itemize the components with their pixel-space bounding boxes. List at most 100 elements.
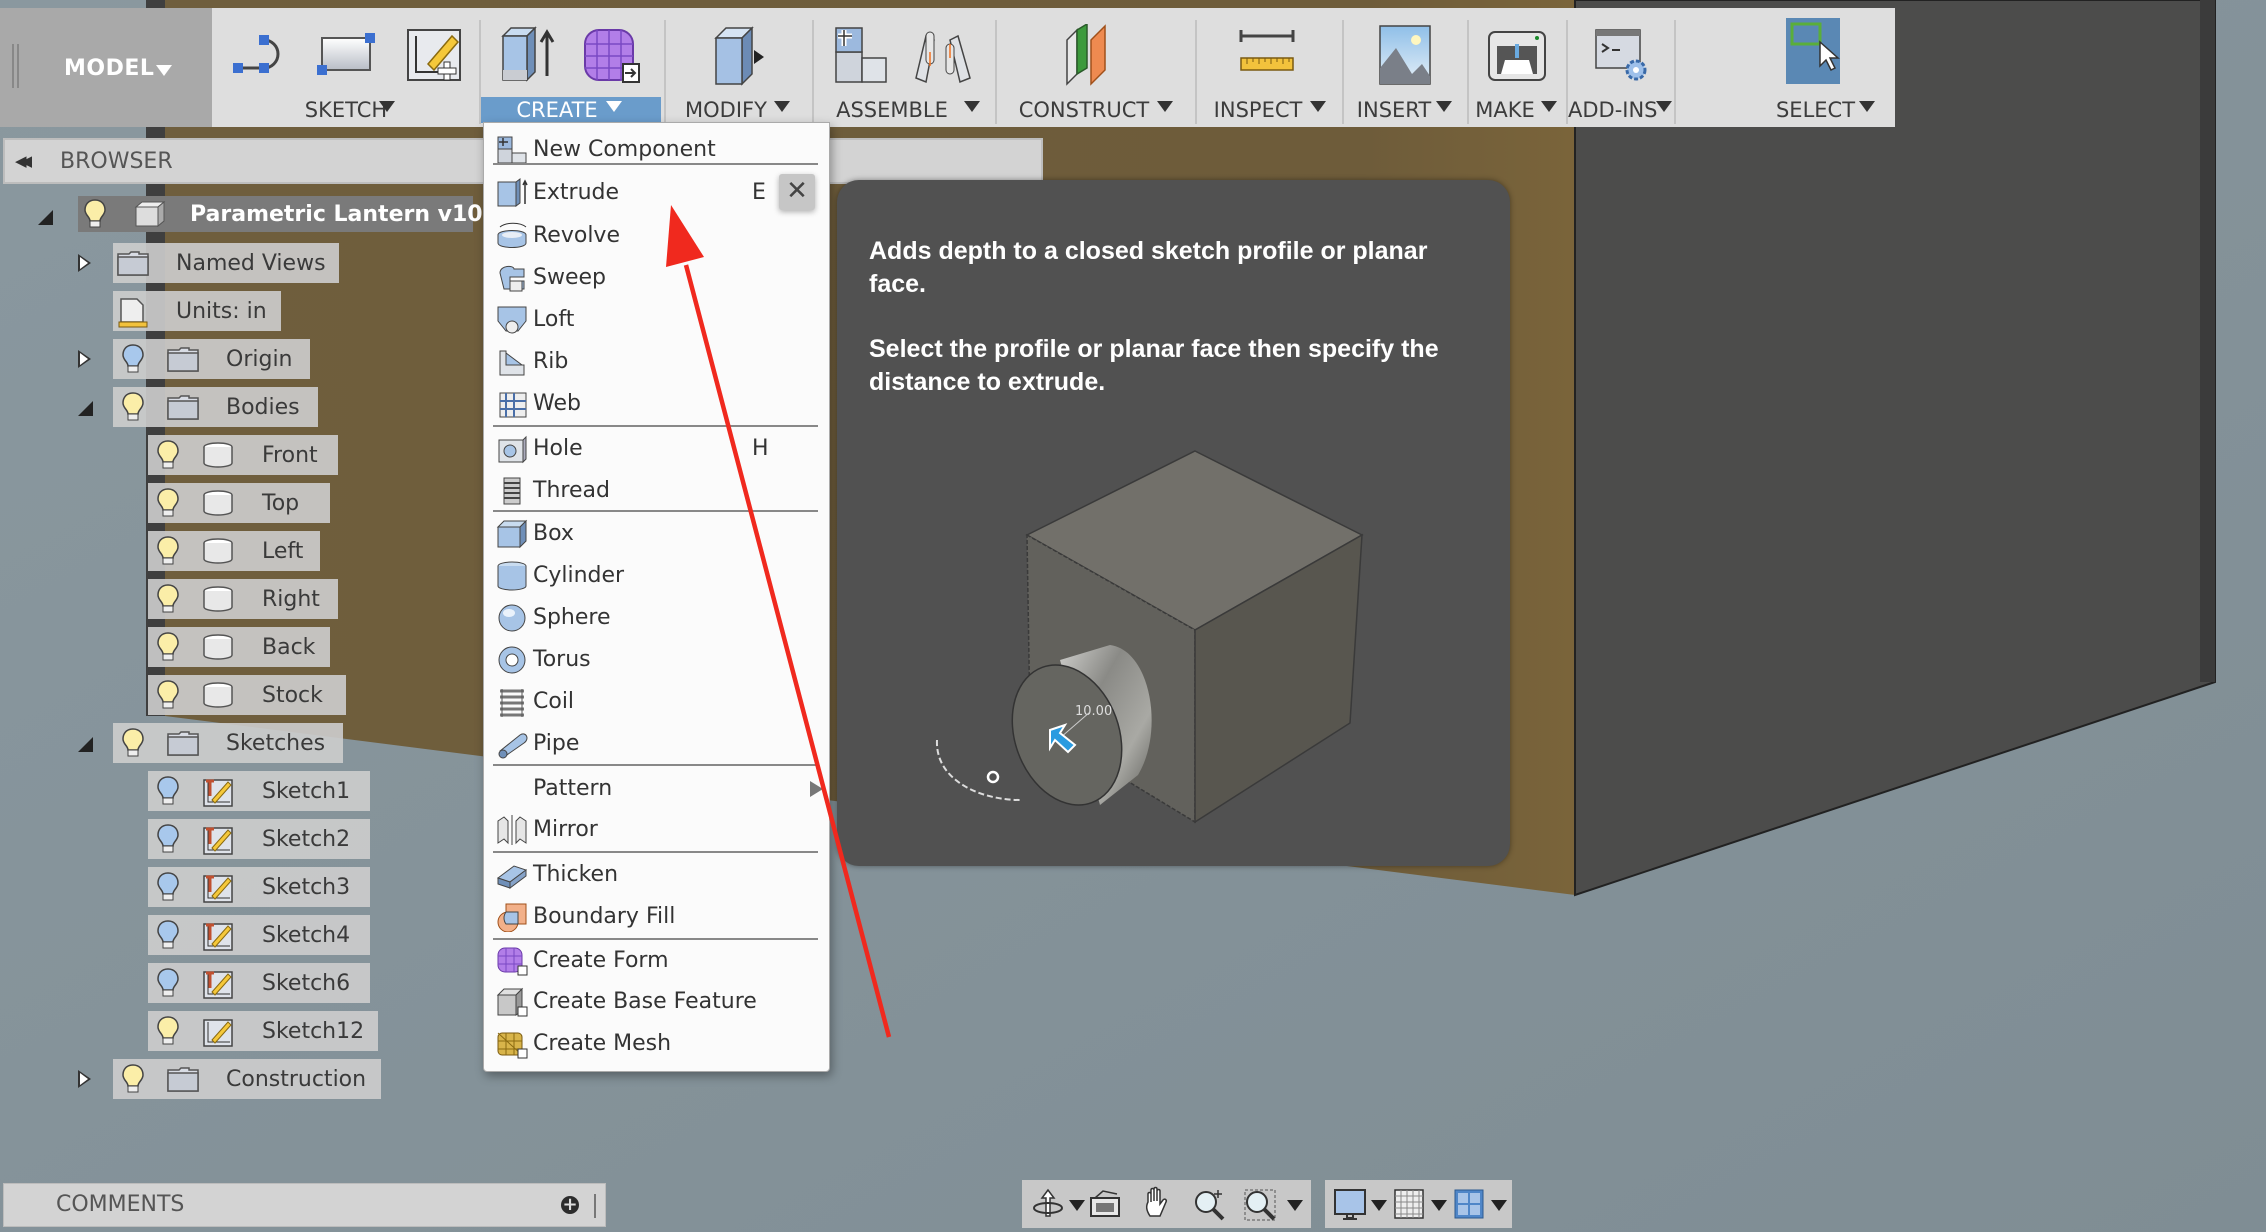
pan-icon[interactable] [1140,1186,1176,1222]
browser-node[interactable]: Sketch12 [148,1011,378,1051]
zoom-window-icon[interactable] [1243,1186,1279,1222]
browser-root-node[interactable]: Parametric Lantern v10 [38,196,483,232]
visibility-bulb-icon[interactable] [157,440,179,470]
collapse-triangle-icon[interactable] [78,401,93,416]
toolbar-group-sketch[interactable]: SKETCH [214,8,478,127]
orbit-dropdown-icon[interactable] [1069,1200,1085,1211]
menu-item-thicken[interactable]: Thicken [484,855,829,895]
menu-item-box[interactable]: Box [484,514,829,554]
menu-item-sweep[interactable]: Sweep [484,258,829,298]
browser-node[interactable]: Construction [78,1059,381,1099]
viewports-icon[interactable] [1453,1186,1489,1222]
visibility-bulb-icon[interactable] [157,632,179,662]
collapse-browser-icon[interactable]: ◀◀ [15,152,32,170]
joint-icon[interactable] [910,24,976,86]
browser-node[interactable]: Back [148,627,330,667]
menu-item-thread[interactable]: Thread [484,471,829,511]
menu-item-rib[interactable]: Rib [484,342,829,382]
menu-item-loft[interactable]: Loft [484,300,829,340]
expand-triangle-icon[interactable] [78,254,91,272]
menu-item-create-mesh[interactable]: Create Mesh [484,1024,829,1064]
menu-item-cylinder[interactable]: Cylinder [484,556,829,596]
menu-item-torus[interactable]: Torus [484,640,829,680]
press-pull-icon[interactable] [708,24,774,86]
menu-item-coil[interactable]: Coil [484,682,829,722]
select-window-button[interactable] [1786,18,1840,84]
comments-panel[interactable]: COMMENTS + [3,1183,606,1227]
browser-node[interactable]: Sketch4 [148,915,370,955]
create-form-icon[interactable] [579,24,645,86]
3d-print-icon[interactable] [1485,24,1551,86]
toolbar-group-make[interactable]: MAKE [1469,8,1565,127]
zoom-icon[interactable] [1192,1186,1228,1222]
menu-item-create-base-feature[interactable]: Create Base Feature [484,982,829,1022]
visibility-bulb-icon[interactable] [122,392,144,422]
toolbar-group-construct[interactable]: CONSTRUCT [997,8,1193,127]
menu-item-revolve[interactable]: Revolve [484,216,829,256]
look-at-icon[interactable] [1087,1186,1123,1222]
menu-item-create-form[interactable]: Create Form [484,941,829,981]
visibility-bulb-icon[interactable] [157,776,179,806]
zoom-dropdown-icon[interactable] [1287,1200,1303,1211]
browser-node[interactable]: Right [148,579,338,619]
toolbar-group-create[interactable]: CREATE [481,8,661,127]
new-component-icon[interactable] [830,24,896,86]
visibility-bulb-icon[interactable] [122,344,144,374]
browser-node[interactable]: Sketches [78,723,343,763]
toolbar-group-select[interactable]: SELECT [1676,8,1895,127]
visibility-bulb-icon[interactable] [157,680,179,710]
visibility-bulb-icon[interactable] [157,968,179,998]
arc-line-icon[interactable] [228,24,294,86]
browser-node[interactable]: Stock [148,675,346,715]
browser-node[interactable]: Origin [78,339,310,379]
toolbar-group-addins[interactable]: ADD-INS [1568,8,1674,127]
menu-item-boundary-fill[interactable]: Boundary Fill [484,897,829,937]
visibility-bulb-icon[interactable] [84,199,106,229]
visibility-bulb-icon[interactable] [157,824,179,854]
visibility-bulb-icon[interactable] [157,488,179,518]
close-tooltip-button[interactable]: ✕ [779,174,815,210]
browser-node[interactable]: Named Views [78,243,339,283]
rectangle-icon[interactable] [314,24,380,86]
visibility-bulb-icon[interactable] [157,1016,179,1046]
menu-item-mirror[interactable]: Mirror [484,810,829,850]
menu-item-web[interactable]: Web [484,384,829,424]
browser-node[interactable]: Bodies [78,387,318,427]
browser-node[interactable]: Sketch1 [148,771,370,811]
collapse-triangle-icon[interactable] [38,210,53,225]
workspace-switcher[interactable]: MODEL [0,8,212,127]
browser-node[interactable]: Top [148,483,330,523]
browser-node[interactable]: Units: in [113,291,281,331]
grid-icon[interactable] [1393,1186,1429,1222]
grid-dropdown-icon[interactable] [1431,1200,1447,1211]
visibility-bulb-icon[interactable] [157,584,179,614]
toolbar-group-assemble[interactable]: ASSEMBLE [814,8,992,127]
visibility-bulb-icon[interactable] [122,728,144,758]
menu-item-sphere[interactable]: Sphere [484,598,829,638]
visibility-bulb-icon[interactable] [157,536,179,566]
toolbar-grip[interactable] [12,44,19,88]
menu-item-pattern[interactable]: Pattern [484,769,829,809]
add-comment-icon[interactable]: + [561,1196,579,1214]
visibility-bulb-icon[interactable] [157,920,179,950]
menu-item-hole[interactable]: Hole H [484,429,829,469]
toolbar-group-insert[interactable]: INSERT [1344,8,1466,127]
measure-icon[interactable] [1235,24,1301,86]
toolbar-group-inspect[interactable]: INSPECT [1197,8,1341,127]
comments-grip[interactable] [594,1194,596,1218]
collapse-triangle-icon[interactable] [78,737,93,752]
toolbar-group-modify[interactable]: MODIFY [666,8,810,127]
extrude-icon[interactable] [495,24,561,86]
menu-item-extrude[interactable]: Extrude E [484,173,829,213]
display-settings-icon[interactable] [1333,1186,1369,1222]
visibility-bulb-icon[interactable] [122,1064,144,1094]
expand-triangle-icon[interactable] [78,1070,91,1088]
browser-node[interactable]: Sketch6 [148,963,370,1003]
create-sketch-icon[interactable] [402,24,468,86]
browser-node[interactable]: Sketch2 [148,819,370,859]
browser-node[interactable]: Front [148,435,338,475]
scripts-addins-icon[interactable] [1588,24,1654,86]
browser-node[interactable]: Sketch3 [148,867,370,907]
display-dropdown-icon[interactable] [1371,1200,1387,1211]
viewports-dropdown-icon[interactable] [1491,1200,1507,1211]
